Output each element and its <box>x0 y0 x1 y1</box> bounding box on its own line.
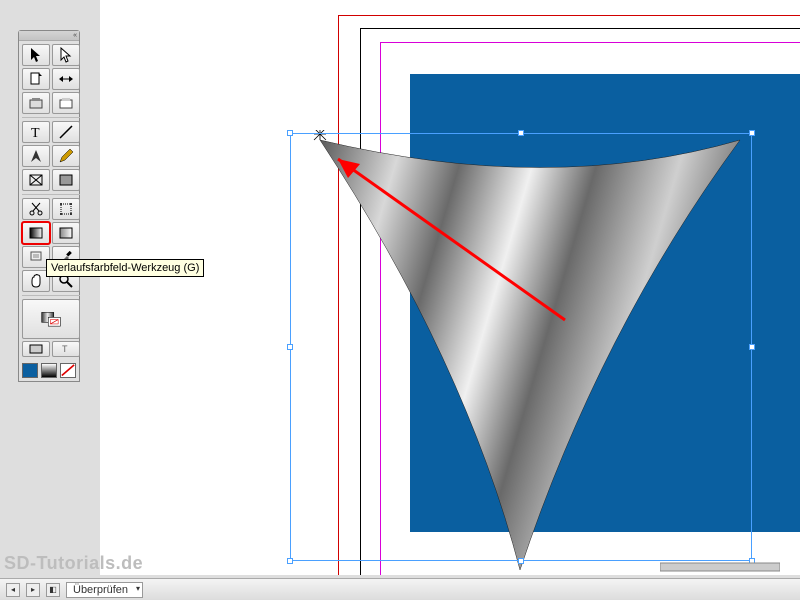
apply-color-swatch[interactable] <box>22 363 38 378</box>
rectangle-tool[interactable] <box>52 169 80 191</box>
page-next-button[interactable]: ▸ <box>26 583 40 597</box>
statusbar: ◂ ▸ ◧ Überprüfen <box>0 578 800 600</box>
content-collector-tool[interactable] <box>22 92 50 114</box>
preflight-mode-dropdown[interactable]: Überprüfen <box>66 582 143 598</box>
free-transform-tool[interactable] <box>52 198 80 220</box>
selection-handle[interactable] <box>518 558 524 564</box>
selection-handle[interactable] <box>287 344 293 350</box>
watermark: SD-Tutorials.de <box>4 553 143 574</box>
apply-gradient-swatch[interactable] <box>41 363 57 378</box>
page-menu-icon[interactable]: ◧ <box>46 583 60 597</box>
toolbox-panel: « T <box>18 30 80 382</box>
gradient-swatch-tool[interactable] <box>22 222 50 244</box>
horizontal-scrollbar[interactable] <box>660 561 780 573</box>
selection-handle[interactable] <box>749 344 755 350</box>
collapse-icon[interactable]: « <box>73 32 77 39</box>
direct-selection-tool[interactable] <box>52 44 80 66</box>
page-tool[interactable] <box>22 68 50 90</box>
gap-tool[interactable] <box>52 68 80 90</box>
line-tool[interactable] <box>52 121 80 143</box>
formatting-container-button[interactable] <box>22 341 50 357</box>
selection-box <box>290 133 752 561</box>
selection-handle[interactable] <box>749 130 755 136</box>
gradient-feather-tool[interactable] <box>52 222 80 244</box>
tool-grid: T T <box>19 41 79 360</box>
pen-tool[interactable] <box>22 145 50 167</box>
swatch-row <box>19 360 79 381</box>
rectangle-frame-tool[interactable] <box>22 169 50 191</box>
selection-handle[interactable] <box>518 130 524 136</box>
content-placer-tool[interactable] <box>52 92 80 114</box>
selection-handle[interactable] <box>287 130 293 136</box>
fill-stroke-swatch[interactable] <box>22 299 80 339</box>
svg-text:T: T <box>62 344 68 354</box>
svg-text:T: T <box>31 126 40 140</box>
pencil-tool[interactable] <box>52 145 80 167</box>
selection-tool[interactable] <box>22 44 50 66</box>
canvas-area[interactable] <box>100 0 800 575</box>
formatting-text-button[interactable]: T <box>52 341 80 357</box>
type-tool[interactable]: T <box>22 121 50 143</box>
selection-handle[interactable] <box>287 558 293 564</box>
scissors-tool[interactable] <box>22 198 50 220</box>
page-prev-button[interactable]: ◂ <box>6 583 20 597</box>
toolbox-header[interactable]: « <box>19 31 79 41</box>
tool-tooltip: Verlaufsfarbfeld-Werkzeug (G) <box>46 259 204 277</box>
apply-none-swatch[interactable] <box>60 363 76 378</box>
